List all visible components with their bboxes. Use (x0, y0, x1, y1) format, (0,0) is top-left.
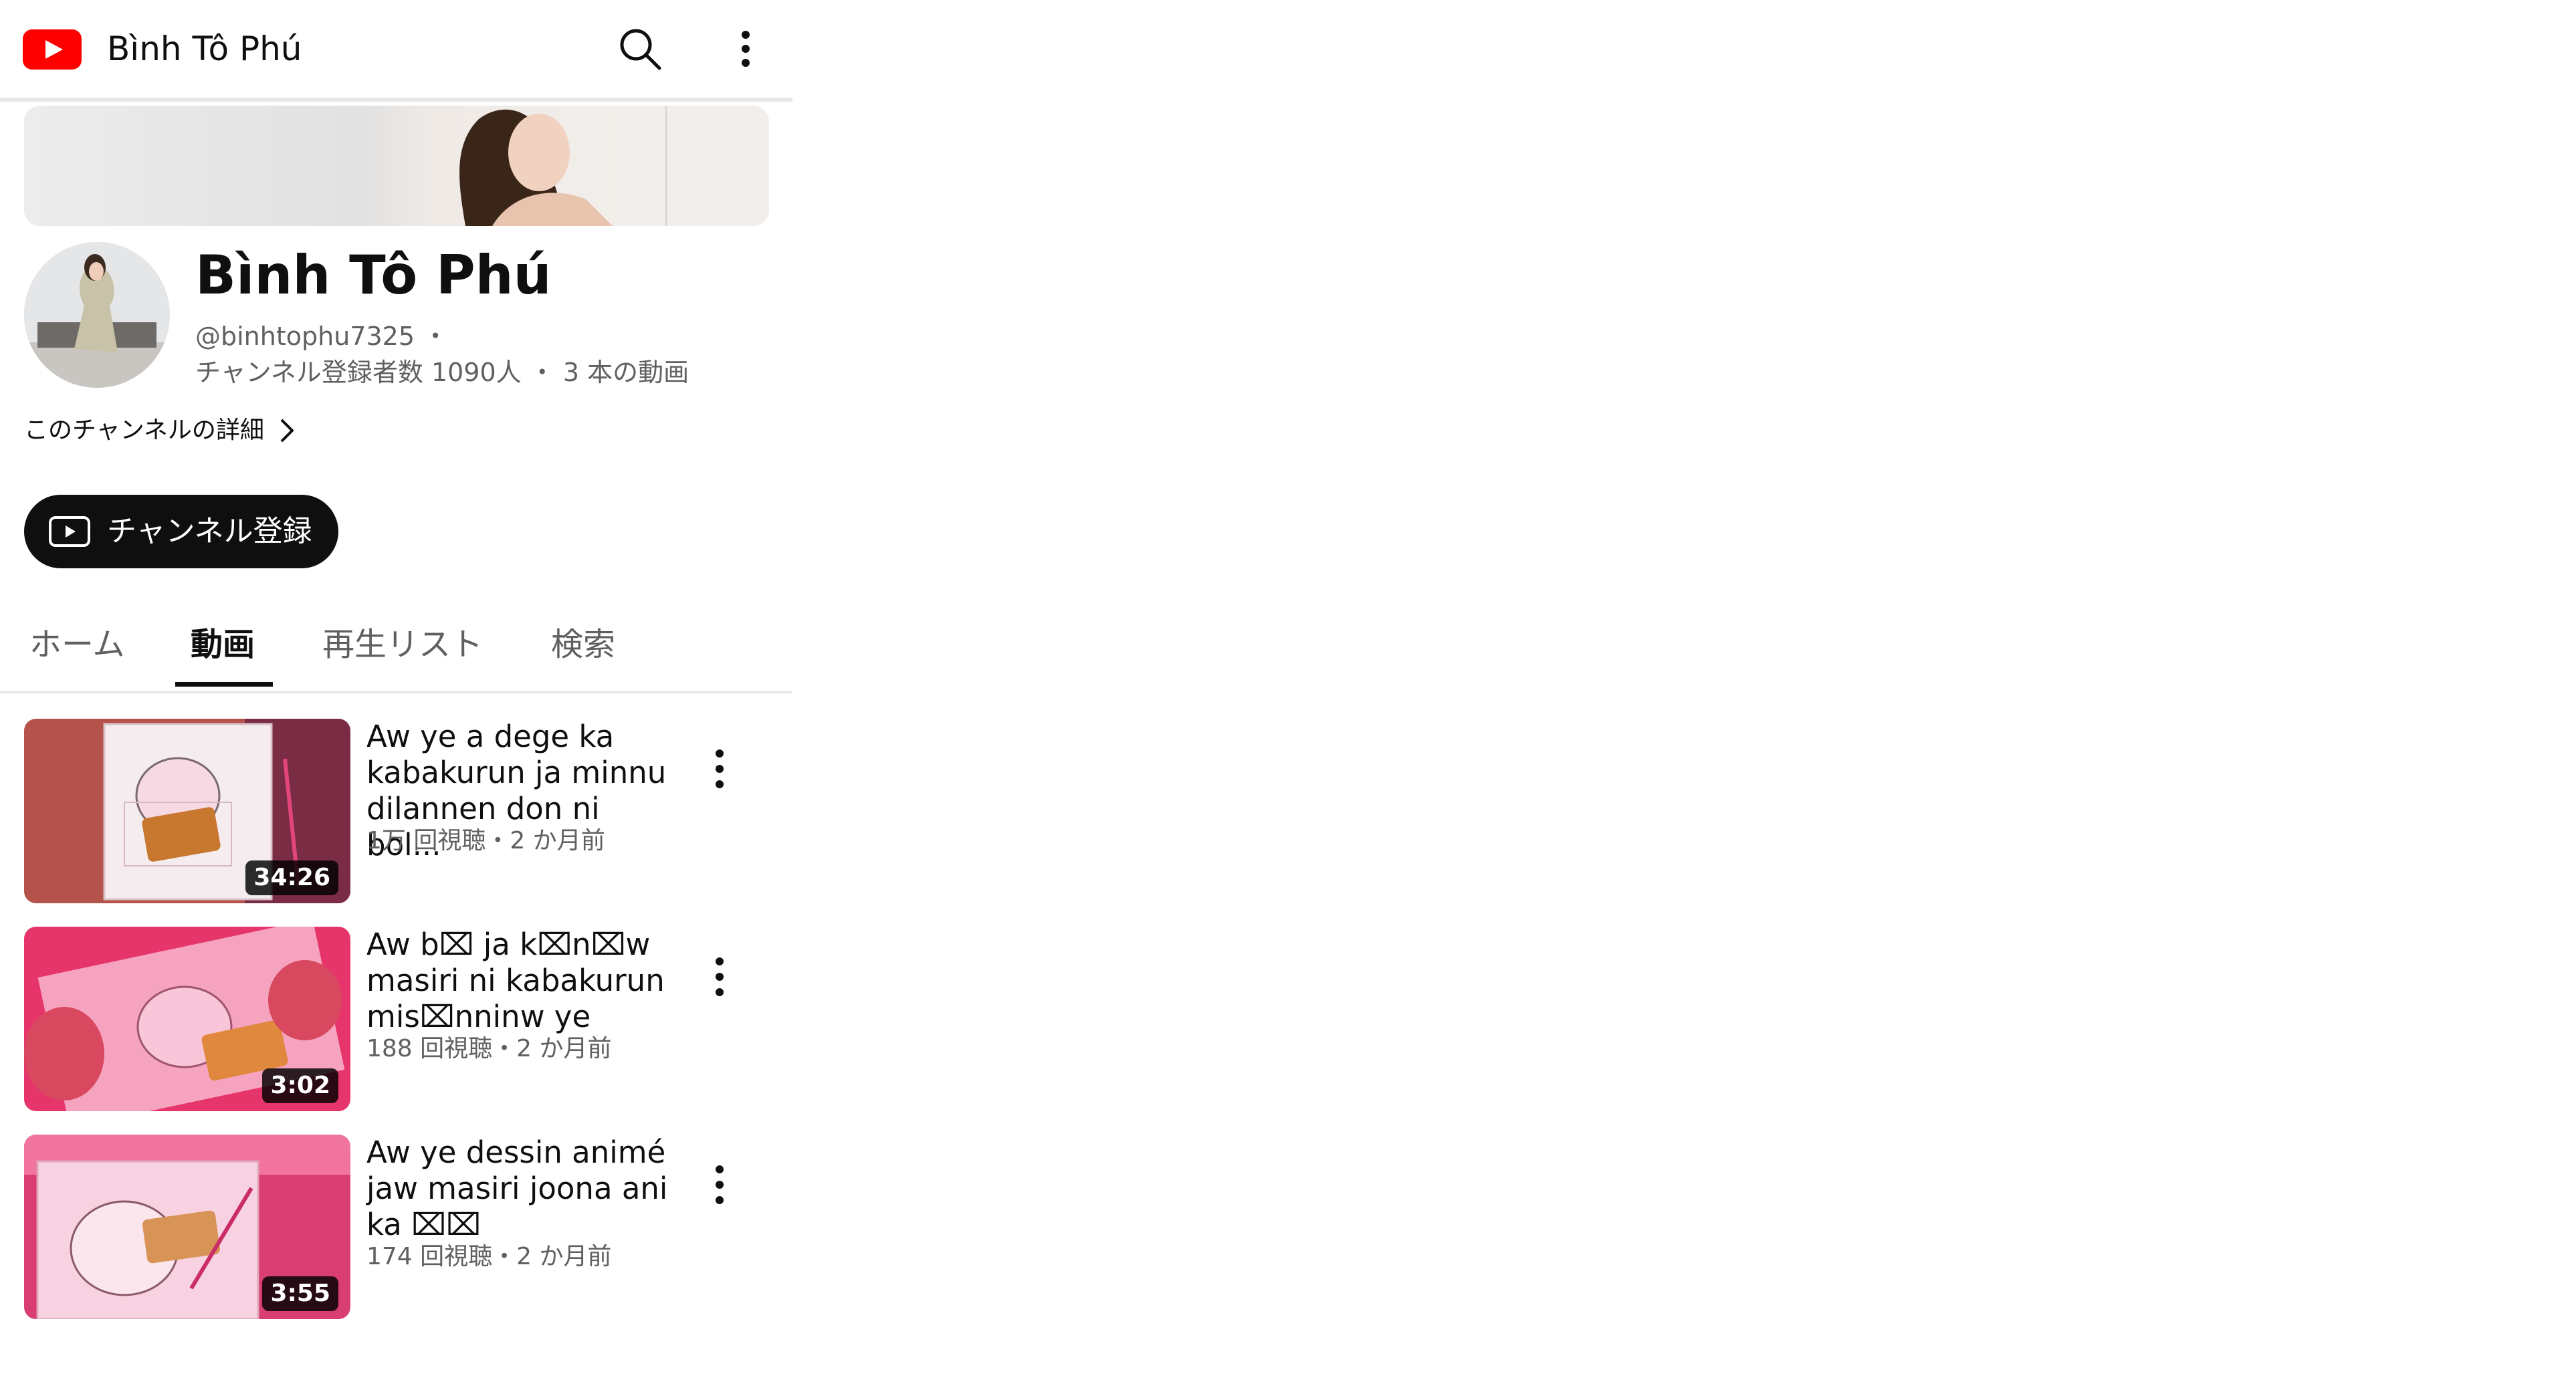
channel-details-link[interactable]: このチャンネルの詳細 (24, 412, 295, 449)
channel-handle-row: @binhtophu7325 ・ (195, 318, 448, 354)
channel-banner (24, 106, 769, 226)
video-duration: 3:55 (262, 1276, 338, 1311)
subscriptions-play-icon (49, 516, 90, 547)
video-thumbnail[interactable]: 34:26 (24, 719, 350, 903)
youtube-app: Bình Tô Phú Bình Tô Phú @binhtophu7325 ・… (0, 0, 792, 1392)
video-duration: 3:02 (262, 1068, 338, 1103)
more-vert-icon[interactable] (700, 953, 740, 1000)
channel-details-label: このチャンネルの詳細 (24, 417, 264, 444)
avatar-image (24, 242, 170, 388)
video-thumbnail[interactable]: 3:02 (24, 927, 350, 1111)
video-list-item[interactable]: 3:55 Aw ye dessin animé jaw masiri joona… (24, 1135, 769, 1319)
video-list-item[interactable]: 3:02 Aw b⌧ ja k⌧n⌧w masiri ni kabakurun … (24, 927, 769, 1111)
video-title[interactable]: Aw b⌧ ja k⌧n⌧w masiri ni kabakurun mis⌧n… (366, 927, 674, 1035)
top-bar-channel-title: Bình Tô Phú (107, 29, 302, 68)
top-app-bar: Bình Tô Phú (0, 0, 792, 102)
more-vert-icon[interactable] (722, 24, 769, 74)
subscribe-label: チャンネル登録 (107, 514, 312, 548)
video-list-item[interactable]: 34:26 Aw ye a dege ka kabakurun ja minnu… (24, 719, 769, 903)
tab-home[interactable]: ホーム (29, 602, 125, 691)
separator-dot: ・ (529, 358, 555, 387)
channel-handle: @binhtophu7325 (195, 322, 415, 351)
video-title[interactable]: Aw ye dessin animé jaw masiri joona ani … (366, 1135, 674, 1243)
video-meta: 174 回視聴・2 か月前 (366, 1243, 612, 1270)
tab-videos[interactable]: 動画 (191, 602, 255, 691)
channel-tabs: ホーム 動画 再生リスト 検索 (0, 602, 792, 693)
more-vert-icon[interactable] (700, 745, 740, 792)
channel-avatar[interactable] (24, 242, 170, 388)
subscribe-button[interactable]: チャンネル登録 (24, 495, 338, 568)
youtube-logo-icon[interactable] (23, 29, 82, 70)
video-count: 3 本の動画 (562, 358, 689, 387)
subscriber-count: チャンネル登録者数 1090人 (195, 358, 522, 387)
channel-name: Bình Tô Phú (195, 244, 552, 306)
tab-search[interactable]: 検索 (551, 602, 615, 691)
video-meta: 1万 回視聴・2 か月前 (366, 827, 605, 854)
tab-playlists[interactable]: 再生リスト (322, 602, 483, 691)
search-icon[interactable] (615, 24, 665, 74)
video-duration: 34:26 (245, 860, 338, 895)
more-vert-icon[interactable] (700, 1161, 740, 1208)
channel-stats-row: チャンネル登録者数 1090人 ・ 3 本の動画 (195, 354, 689, 390)
active-tab-indicator (175, 682, 273, 687)
chevron-right-icon (280, 419, 294, 443)
video-meta: 188 回視聴・2 か月前 (366, 1035, 612, 1062)
video-thumbnail[interactable]: 3:55 (24, 1135, 350, 1319)
separator-dot: ・ (423, 322, 449, 351)
banner-image (459, 106, 769, 226)
